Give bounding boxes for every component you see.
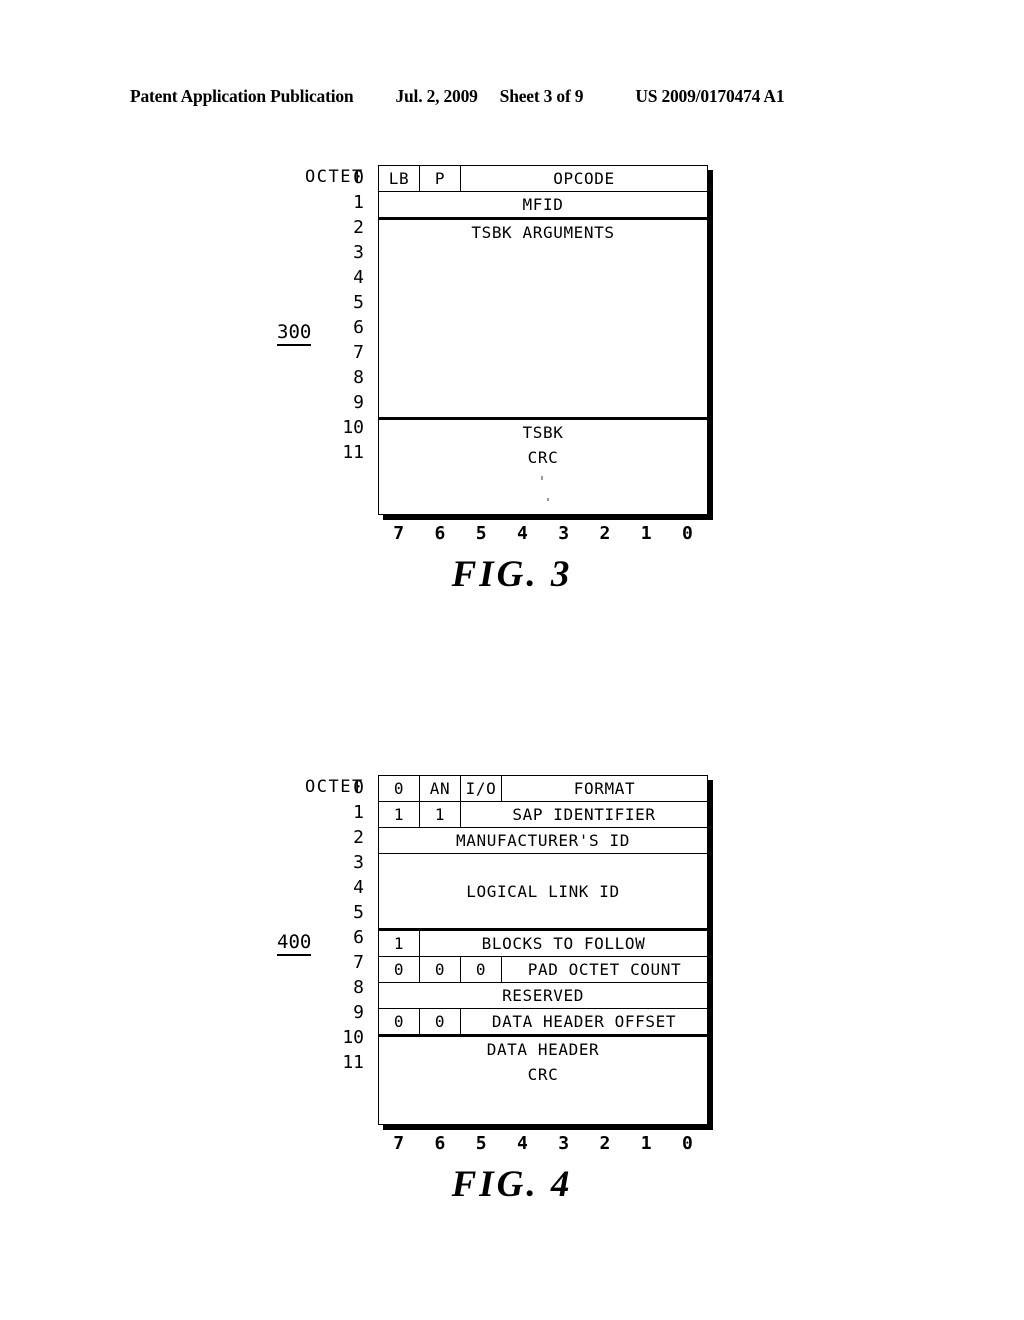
- table-row: TSBK ARGUMENTS: [379, 218, 707, 418]
- octet-number: 6: [353, 927, 364, 948]
- octet-number: 4: [353, 877, 364, 898]
- header-sheet-text: Sheet 3 of 9: [499, 86, 584, 106]
- octet-number: 2: [353, 827, 364, 848]
- octet-number: 9: [353, 1002, 364, 1023]
- fig4-octet-number-column: 0 1 2 3 4 5 6 7 8 9 10 11: [330, 775, 364, 1075]
- octet-number: 4: [353, 267, 364, 288]
- octet-number: 10: [342, 1027, 364, 1048]
- bit-number: 5: [475, 1133, 487, 1154]
- octet-number: 0: [353, 777, 364, 798]
- fig4-cell-zero-bit-a: 0: [379, 957, 420, 982]
- octet-number: 2: [353, 217, 364, 238]
- table-row: RESERVED: [379, 983, 707, 1009]
- fig4-cell-sap-identifier: SAP IDENTIFIER: [512, 805, 656, 824]
- table-row: MANUFACTURER'S ID: [379, 828, 707, 854]
- fig4-cell-one-bit-a: 1: [379, 802, 420, 827]
- bit-number: 3: [558, 1133, 570, 1154]
- table-row: 0 AN I/O FORMAT: [379, 776, 707, 802]
- table-row: DATA HEADER CRC: [379, 1035, 707, 1085]
- fig4-cell-one-bit-b: 1: [420, 802, 461, 827]
- bit-number: 0: [681, 523, 693, 544]
- fig4-cell-blocks-to-follow: BLOCKS TO FOLLOW: [481, 934, 646, 953]
- fig3-cell-p: P: [420, 166, 461, 191]
- table-row: 0 0 DATA HEADER OFFSET: [379, 1009, 707, 1035]
- table-row: LOGICAL LINK ID: [379, 854, 707, 929]
- octet-number: 0: [353, 167, 364, 188]
- fig3-reference-numeral: 300: [277, 322, 312, 346]
- table-row: MFID: [379, 192, 707, 218]
- fig4-packet-table: 0 AN I/O FORMAT 1 1 SAP IDENTIFIER MANUF…: [378, 775, 708, 1125]
- fig3-octet-number-column: 0 1 2 3 4 5 6 7 8 9 10 11: [330, 165, 364, 465]
- fig4-reference-numeral: 400: [277, 932, 312, 956]
- fig4-cell-data-header-offset: DATA HEADER OFFSET: [491, 1012, 677, 1031]
- octet-number: 9: [353, 392, 364, 413]
- fig4-cell-zero-bit-e: 0: [420, 1009, 461, 1034]
- bit-number: 2: [599, 523, 611, 544]
- fig4-cell-format: FORMAT: [573, 779, 636, 798]
- octet-number: 1: [353, 192, 364, 213]
- fig3-bit-number-ruler: 7 6 5 4 3 2 1 0: [378, 523, 708, 544]
- table-row: LB P OPCODE: [379, 166, 707, 192]
- octet-number: 5: [353, 902, 364, 923]
- octet-number: 3: [353, 852, 364, 873]
- bit-number: 7: [393, 523, 405, 544]
- octet-number: 1: [353, 802, 364, 823]
- bit-number: 3: [558, 523, 570, 544]
- fig4-cell-zero-bit: 0: [379, 776, 420, 801]
- fig3-caption: FIG. 3: [451, 554, 573, 595]
- fig4-cell-zero-bit-c: 0: [461, 957, 502, 982]
- bit-number: 6: [434, 1133, 446, 1154]
- bit-number: 4: [516, 1133, 528, 1154]
- fig4-cell-one-bit-c: 1: [379, 931, 420, 956]
- page-header: Patent Application Publication Jul. 2, 2…: [130, 86, 895, 107]
- fig4-cell-io: I/O: [461, 776, 502, 801]
- octet-number: 6: [353, 317, 364, 338]
- fig4-block-data-header-crc: DATA HEADER CRC: [486, 1040, 600, 1084]
- octet-number: 10: [342, 417, 364, 438]
- bit-number: 1: [640, 523, 652, 544]
- octet-number: 11: [342, 442, 364, 463]
- fig3-packet-table: LB P OPCODE MFID TSBK ARGUMENTS TSBK CRC: [378, 165, 708, 515]
- bit-number: 0: [681, 1133, 693, 1154]
- bit-number: 7: [393, 1133, 405, 1154]
- octet-number: 8: [353, 367, 364, 388]
- scan-speckle: [541, 476, 543, 480]
- header-publication-text: Patent Application Publication: [130, 86, 354, 106]
- bit-number: 5: [475, 523, 487, 544]
- fig4-caption: FIG. 4: [451, 1164, 573, 1205]
- table-row: TSBK CRC: [379, 418, 707, 468]
- bit-number: 6: [434, 523, 446, 544]
- fig3-block-tsbk-crc: TSBK CRC: [522, 423, 564, 467]
- bit-number: 4: [516, 523, 528, 544]
- bit-number: 1: [640, 1133, 652, 1154]
- header-date-text: Jul. 2, 2009: [395, 86, 478, 106]
- fig3-cell-lb: LB: [379, 166, 420, 191]
- octet-number: 5: [353, 292, 364, 313]
- fig4-cell-zero-bit-b: 0: [420, 957, 461, 982]
- fig4-cell-zero-bit-d: 0: [379, 1009, 420, 1034]
- octet-number: 11: [342, 1052, 364, 1073]
- fig3-cell-mfid: MFID: [522, 195, 564, 214]
- fig4-bit-number-ruler: 7 6 5 4 3 2 1 0: [378, 1133, 708, 1154]
- fig4-cell-reserved: RESERVED: [502, 986, 584, 1005]
- octet-number: 7: [353, 952, 364, 973]
- table-row: 1 1 SAP IDENTIFIER: [379, 802, 707, 828]
- bit-number: 2: [599, 1133, 611, 1154]
- octet-number: 8: [353, 977, 364, 998]
- table-row: 0 0 0 PAD OCTET COUNT: [379, 957, 707, 983]
- octet-number: 7: [353, 342, 364, 363]
- fig4-cell-an: AN: [420, 776, 461, 801]
- fig4-block-logical-link-id: LOGICAL LINK ID: [466, 882, 620, 901]
- fig3-cell-opcode: OPCODE: [553, 169, 615, 188]
- header-patent-number: US 2009/0170474 A1: [635, 86, 785, 106]
- fig4-cell-pad-octet-count: PAD OCTET COUNT: [527, 960, 682, 979]
- fig3-block-tsbk-arguments: TSBK ARGUMENTS: [471, 223, 615, 242]
- table-row: 1 BLOCKS TO FOLLOW: [379, 929, 707, 957]
- octet-number: 3: [353, 242, 364, 263]
- scan-speckle: [547, 498, 549, 501]
- fig4-cell-manufacturers-id: MANUFACTURER'S ID: [456, 831, 630, 850]
